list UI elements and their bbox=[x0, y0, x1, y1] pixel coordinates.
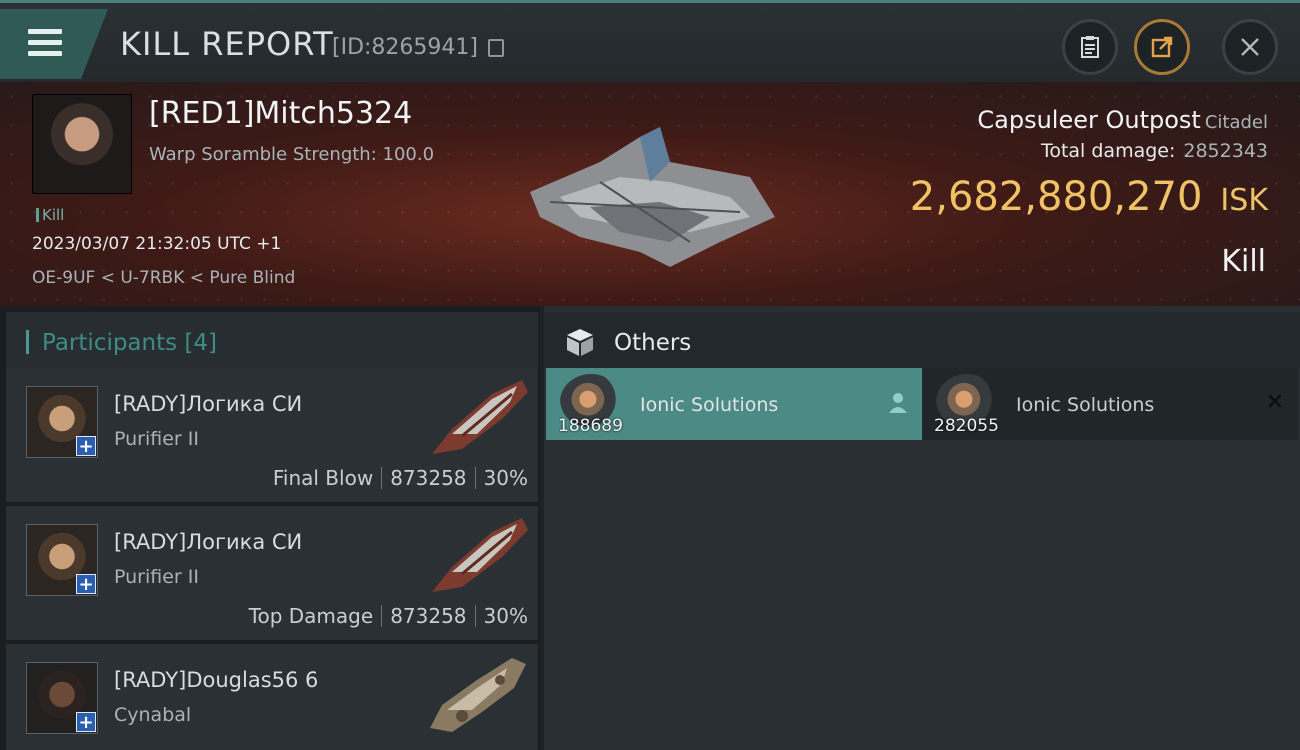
destroyed-item[interactable]: 282055 Ionic Solutions ✕ bbox=[922, 368, 1298, 440]
person-icon bbox=[889, 393, 907, 413]
victim-name[interactable]: [RED1]Mitch5324 bbox=[149, 96, 412, 131]
participants-count: [4] bbox=[184, 330, 218, 356]
report-id: [ID:8265941] bbox=[332, 35, 478, 60]
participant-role: Final Blow bbox=[272, 466, 374, 490]
others-header: Others bbox=[544, 312, 1300, 368]
close-button[interactable] bbox=[1222, 19, 1278, 75]
participant-name: [RADY]Логика СИ bbox=[114, 530, 303, 554]
participants-label: Participants bbox=[42, 330, 178, 356]
participant-name: [RADY]Douglas56 6 bbox=[114, 668, 319, 692]
participant-ship: Purifier II bbox=[114, 428, 199, 450]
target-name: Capsuleer Outpost Citadel bbox=[977, 106, 1268, 134]
participant-ship: Cynabal bbox=[114, 704, 192, 726]
close-icon bbox=[1241, 38, 1259, 56]
share-icon bbox=[1151, 36, 1173, 58]
kill-summary-banner: [RED1]Mitch5324 Warp Soramble Strength: … bbox=[0, 82, 1300, 306]
share-button[interactable] bbox=[1134, 19, 1190, 75]
menu-button[interactable] bbox=[0, 9, 108, 79]
participant-name: [RADY]Логика СИ bbox=[114, 392, 303, 416]
add-contact-icon[interactable]: + bbox=[76, 712, 96, 733]
isk-value: 2,682,880,270 ISK bbox=[910, 174, 1268, 220]
kill-location[interactable]: OE-9UF < U-7RBK < Pure Blind bbox=[32, 268, 295, 288]
dropped-item[interactable]: 188689 Ionic Solutions bbox=[546, 368, 922, 440]
isk-unit: ISK bbox=[1220, 183, 1268, 218]
participant-stats: Final Blow 873258 30% bbox=[273, 466, 528, 490]
warp-scramble-strength: Warp Soramble Strength: 100.0 bbox=[149, 144, 435, 165]
copy-icon[interactable] bbox=[488, 39, 504, 57]
add-contact-icon[interactable]: + bbox=[76, 574, 96, 595]
kill-result: Kill bbox=[1221, 244, 1266, 279]
participant-row[interactable]: + [RADY]Логика СИ Purifier II Top Damage… bbox=[6, 506, 538, 640]
others-title: Others bbox=[614, 330, 692, 356]
page-title: KILL REPORT bbox=[120, 25, 334, 63]
total-damage-value: 2852343 bbox=[1183, 140, 1268, 162]
destroyed-x-icon: ✕ bbox=[1265, 390, 1284, 415]
add-contact-icon[interactable]: + bbox=[76, 436, 96, 457]
victim-avatar[interactable] bbox=[32, 94, 132, 194]
item-quantity: 188689 bbox=[558, 416, 623, 436]
target-structure-type: Citadel bbox=[1204, 112, 1268, 133]
participant-ship: Purifier II bbox=[114, 566, 199, 588]
participant-percent: 30% bbox=[483, 604, 528, 628]
cube-icon bbox=[567, 329, 593, 356]
participant-percent: 30% bbox=[483, 466, 528, 490]
target-structure-name: Capsuleer Outpost bbox=[977, 106, 1201, 134]
participant-damage: 873258 bbox=[390, 604, 467, 628]
total-damage-label: Total damage: bbox=[1040, 140, 1176, 162]
participant-row[interactable]: + [RADY]Douglas56 6 Cynabal bbox=[6, 644, 538, 750]
item-name: Ionic Solutions bbox=[1016, 394, 1155, 416]
clipboard-button[interactable] bbox=[1062, 19, 1118, 75]
clipboard-icon bbox=[1081, 36, 1099, 58]
participant-row[interactable]: + [RADY]Логика СИ Purifier II Final Blow… bbox=[6, 368, 538, 502]
total-damage: Total damage: 2852343 bbox=[1041, 140, 1268, 162]
purifier-ship-image bbox=[432, 380, 528, 454]
header-accent-bar bbox=[26, 330, 29, 354]
menu-icon bbox=[28, 29, 62, 62]
kill-report-screen: KILL REPORT [ID:8265941] [RED1]Mitch5324… bbox=[0, 0, 1300, 750]
participant-role: Top Damage bbox=[248, 604, 374, 628]
cynabal-ship-image bbox=[430, 658, 526, 732]
kill-timestamp: 2023/03/07 21:32:05 UTC +1 bbox=[32, 234, 282, 254]
participant-stats: Top Damage 873258 30% bbox=[249, 604, 528, 628]
isk-amount: 2,682,880,270 bbox=[909, 174, 1203, 220]
item-name: Ionic Solutions bbox=[640, 394, 779, 416]
top-bar: KILL REPORT [ID:8265941] bbox=[0, 0, 1300, 82]
purifier-ship-image bbox=[432, 518, 528, 592]
item-quantity: 282055 bbox=[934, 416, 999, 436]
participants-header: Participants [4] bbox=[6, 312, 538, 372]
participant-damage: 873258 bbox=[390, 466, 467, 490]
participants-panel: Participants [4] + [RADY]Логика СИ Purif… bbox=[0, 306, 540, 750]
citadel-structure-image bbox=[530, 127, 775, 267]
participants-title: Participants [4] bbox=[42, 330, 217, 356]
kill-tag: Kill bbox=[36, 206, 64, 224]
others-panel: Others 188689 Ionic Solutions 282055 Ion… bbox=[544, 306, 1300, 750]
